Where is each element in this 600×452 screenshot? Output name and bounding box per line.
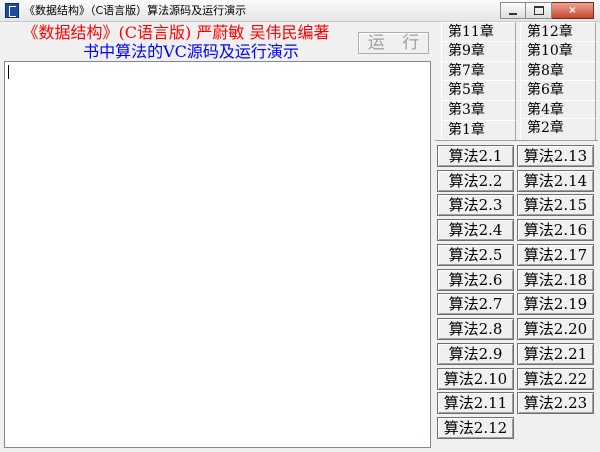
algorithm-2-14-button[interactable]: 算法2.14 [517, 170, 594, 192]
tab-chapter-3[interactable]: 第3章 [441, 100, 516, 120]
tab-panel-border [435, 140, 598, 141]
tab-chapter-9[interactable]: 第9章 [441, 41, 516, 61]
algorithm-2-11-button[interactable]: 算法2.11 [437, 392, 514, 414]
tab-chapter-10[interactable]: 第10章 [520, 41, 596, 61]
window-title: 《数据结构》（C语言版）算法源码及运行演示 [24, 4, 247, 17]
algorithm-2-5-button[interactable]: 算法2.5 [437, 244, 514, 266]
maximize-button[interactable] [526, 2, 552, 19]
algorithm-2-6-button[interactable]: 算法2.6 [437, 269, 514, 291]
tab-chapter-12[interactable]: 第12章 [520, 22, 596, 42]
app-icon [5, 3, 19, 18]
tab-chapter-5[interactable]: 第5章 [441, 80, 516, 100]
algorithm-2-20-button[interactable]: 算法2.20 [517, 318, 594, 340]
algorithm-2-12-button[interactable]: 算法2.12 [437, 417, 514, 439]
algorithm-2-4-button[interactable]: 算法2.4 [437, 219, 514, 241]
run-button[interactable]: 运 行 [358, 32, 429, 54]
algorithm-2-1-button[interactable]: 算法2.1 [437, 145, 514, 167]
algorithm-2-13-button[interactable]: 算法2.13 [517, 145, 594, 167]
tab-chapter-11[interactable]: 第11章 [441, 22, 516, 42]
algorithm-2-16-button[interactable]: 算法2.16 [517, 219, 594, 241]
output-textarea[interactable] [4, 61, 431, 448]
title-bar: 《数据结构》（C语言版）算法源码及运行演示 × [0, 0, 600, 22]
algorithm-2-2-button[interactable]: 算法2.2 [437, 170, 514, 192]
algorithm-2-22-button[interactable]: 算法2.22 [517, 368, 594, 390]
algorithm-2-21-button[interactable]: 算法2.21 [517, 343, 594, 365]
algorithm-2-15-button[interactable]: 算法2.15 [517, 194, 594, 216]
subtitle: 书中算法的VC源码及运行演示 [83, 42, 299, 61]
text-caret [8, 65, 9, 79]
window-controls: × [500, 2, 594, 19]
algorithm-2-17-button[interactable]: 算法2.17 [517, 244, 594, 266]
algorithm-2-3-button[interactable]: 算法2.3 [437, 194, 514, 216]
algorithm-2-23-button[interactable]: 算法2.23 [517, 392, 594, 414]
minimize-button[interactable] [500, 2, 526, 19]
tab-chapter-6[interactable]: 第6章 [520, 80, 596, 100]
algorithm-2-18-button[interactable]: 算法2.18 [517, 269, 594, 291]
algorithm-2-7-button[interactable]: 算法2.7 [437, 293, 514, 315]
chapter-tabs: 第11章 第12章 第9章 第10章 第7章 第8章 第5章 第6章 第3章 第… [435, 22, 598, 144]
tab-chapter-4[interactable]: 第4章 [520, 100, 596, 120]
book-title: 《数据结构》(C语言版) 严蔚敏 吴伟民编著 [22, 23, 330, 42]
close-button[interactable]: × [552, 2, 594, 19]
algorithm-2-19-button[interactable]: 算法2.19 [517, 293, 594, 315]
algorithm-buttons: 算法2.1 算法2.2 算法2.3 算法2.4 算法2.5 算法2.6 算法2.… [437, 145, 597, 445]
tab-chapter-8[interactable]: 第8章 [520, 61, 596, 81]
algorithm-2-8-button[interactable]: 算法2.8 [437, 318, 514, 340]
tab-chapter-1[interactable]: 第1章 [441, 120, 516, 140]
algorithm-2-10-button[interactable]: 算法2.10 [437, 368, 514, 390]
tab-chapter-2[interactable]: 第2章 [520, 118, 596, 140]
algorithm-2-9-button[interactable]: 算法2.9 [437, 343, 514, 365]
tab-chapter-7[interactable]: 第7章 [441, 61, 516, 81]
